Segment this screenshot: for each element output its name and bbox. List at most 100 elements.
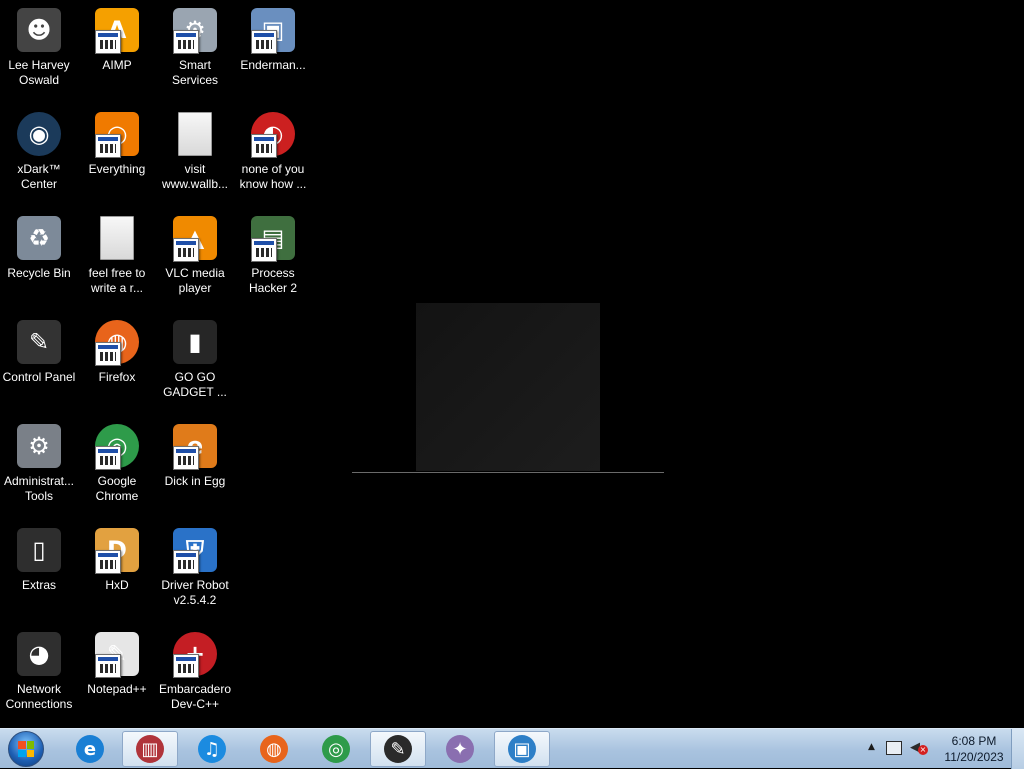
taskbar-clock[interactable]: 6:08 PM 11/20/2023 (936, 733, 1012, 765)
desktop-icon[interactable]: e Dick in Egg (156, 420, 234, 524)
show-hidden-icons-icon[interactable]: ▲ (868, 742, 875, 752)
taskbar-button-paint[interactable]: ✦ (432, 731, 488, 767)
desktop-icon[interactable]: ⚙ Smart Services (156, 4, 234, 108)
clock-date: 11/20/2023 (944, 750, 1004, 764)
firefox-icon: ◍ (260, 735, 288, 763)
desktop-icon[interactable]: ◍ Firefox (78, 316, 156, 420)
empty-cell (234, 316, 312, 420)
desktop-icon[interactable]: ▣ Enderman... (234, 4, 312, 108)
desktop-icon[interactable]: feel free to write a r... (78, 212, 156, 316)
desktop-icon-label: none of you know how ... (239, 162, 307, 191)
hxd-icon: D (93, 526, 141, 574)
desktop-icon[interactable]: ▮ GO GO GADGET ... (156, 316, 234, 420)
desktop-icon-label: Extras (21, 578, 56, 592)
shortcut-overlay-icon (251, 134, 277, 158)
shortcut-overlay-icon (95, 30, 121, 54)
devcpp-icon: + (171, 630, 219, 678)
taskbar-button-photo-viewer[interactable]: ▣ (494, 731, 550, 767)
taskbar-button-chrome[interactable]: ◎ (308, 731, 364, 767)
empty-cell (234, 524, 312, 628)
chrome-icon: ◎ (322, 735, 350, 763)
desktop-icon-label: GO GO GADGET ... (163, 370, 227, 399)
aimp-icon: A (93, 6, 141, 54)
person-icon: ☻ (15, 6, 63, 54)
desktop[interactable]: ☻ Lee Harvey Oswald A AIMP ⚙ Smart Services ▣ E… (0, 0, 1024, 728)
taskbar-button-internet-explorer[interactable]: e (62, 731, 118, 767)
desktop-icon[interactable]: ◉ xDark™ Center (0, 108, 78, 212)
desktop-icon[interactable]: ▤ Process Hacker 2 (234, 212, 312, 316)
desktop-icon-label: Control Panel (2, 370, 76, 384)
taskbar-button-control-panel[interactable]: ✎ (370, 731, 426, 767)
taskbar-button-archive-app[interactable]: ▥ (122, 731, 178, 767)
desktop-icon-label: Embarcadero Dev-C++ (158, 682, 232, 711)
shortcut-overlay-icon (95, 342, 121, 366)
desktop-icon[interactable]: + Embarcadero Dev-C++ (156, 628, 234, 732)
network-status-icon[interactable] (886, 741, 902, 755)
desktop-icon-label: Process Hacker 2 (248, 266, 298, 295)
firefox-icon: ◍ (93, 318, 141, 366)
volume-muted-icon[interactable]: ◀ × (910, 740, 928, 756)
desktop-icon-label: Administrat... Tools (3, 474, 75, 503)
egg-app-icon: e (171, 422, 219, 470)
notepad-icon: ✎ (93, 630, 141, 678)
desktop-icon[interactable]: ⚙ Administrat... Tools (0, 420, 78, 524)
taskbar-button-firefox[interactable]: ◍ (246, 731, 302, 767)
shortcut-overlay-icon (173, 238, 199, 262)
desktop-icon[interactable]: ✎ Notepad++ (78, 628, 156, 732)
music-player-icon: ♫ (198, 735, 226, 763)
search-icon: ○ (93, 110, 141, 158)
desktop-icon[interactable]: ◕ Network Connections (0, 628, 78, 732)
folder-icon: ▯ (15, 526, 63, 574)
desktop-icon[interactable]: A AIMP (78, 4, 156, 108)
image-viewer-window[interactable] (352, 303, 664, 473)
desktop-icon-label: visit www.wallb... (161, 162, 229, 191)
desktop-icon[interactable]: ▲ VLC media player (156, 212, 234, 316)
desktop-icon[interactable]: ⛨ Driver Robot v2.5.4.2 (156, 524, 234, 628)
shortcut-overlay-icon (251, 238, 277, 262)
desktop-icon-label: Dick in Egg (164, 474, 226, 488)
shortcut-overlay-icon (95, 446, 121, 470)
shortcut-overlay-icon (173, 550, 199, 574)
window-app-icon: ▣ (249, 6, 297, 54)
taskbar: e ▥ ♫ ◍ ◎ ✎ ✦ ▣ ▲ ◀ × 6:08 PM 11/20/2023 (0, 728, 1024, 769)
desktop-icon[interactable]: D HxD (78, 524, 156, 628)
network-icon: ◕ (15, 630, 63, 678)
shortcut-overlay-icon (95, 134, 121, 158)
shortcut-overlay-icon (251, 30, 277, 54)
desktop-icon-label: HxD (105, 578, 129, 592)
desktop-icon-label: Enderman... (240, 58, 306, 72)
desktop-icon[interactable]: visit www.wallb... (156, 108, 234, 212)
desktop-icon-label: Google Chrome (95, 474, 139, 503)
chrome-icon: ◎ (93, 422, 141, 470)
desktop-icon[interactable]: ☻ Lee Harvey Oswald (0, 4, 78, 108)
text-file-icon (93, 214, 141, 262)
control-panel-icon: ✎ (15, 318, 63, 366)
control-panel-icon: ✎ (384, 735, 412, 763)
desktop-icon[interactable]: ♻ Recycle Bin (0, 212, 78, 316)
desktop-icon[interactable]: ▯ Extras (0, 524, 78, 628)
desktop-icon-label: Lee Harvey Oswald (8, 58, 70, 87)
desktop-icon-label: xDark™ Center (17, 162, 61, 191)
show-desktop-button[interactable] (1011, 729, 1024, 769)
image-placeholder (416, 303, 600, 471)
desktop-icon-label: Smart Services (171, 58, 218, 87)
desktop-icon-label: Recycle Bin (7, 266, 71, 280)
start-button[interactable] (6, 730, 46, 768)
desktop-icon-label: Network Connections (5, 682, 73, 711)
desktop-icon[interactable]: ◎ Google Chrome (78, 420, 156, 524)
empty-cell (234, 628, 312, 732)
desktop-icon[interactable]: ◐ none of you know how ... (234, 108, 312, 212)
desktop-icon-label: feel free to write a r... (88, 266, 146, 295)
desktop-icon[interactable]: ○ Everything (78, 108, 156, 212)
desktop-icon[interactable]: ✎ Control Panel (0, 316, 78, 420)
desktop-icon-label: VLC media player (165, 266, 225, 295)
empty-cell (234, 420, 312, 524)
red-app-icon: ◐ (249, 110, 297, 158)
clock-time: 6:08 PM (951, 734, 997, 748)
photo-viewer-icon: ▣ (508, 735, 536, 763)
desktop-icon-label: AIMP (102, 58, 132, 72)
taskbar-button-music-player[interactable]: ♫ (184, 731, 240, 767)
xdark-icon: ◉ (15, 110, 63, 158)
driver-robot-icon: ⛨ (171, 526, 219, 574)
paint-icon: ✦ (446, 735, 474, 763)
